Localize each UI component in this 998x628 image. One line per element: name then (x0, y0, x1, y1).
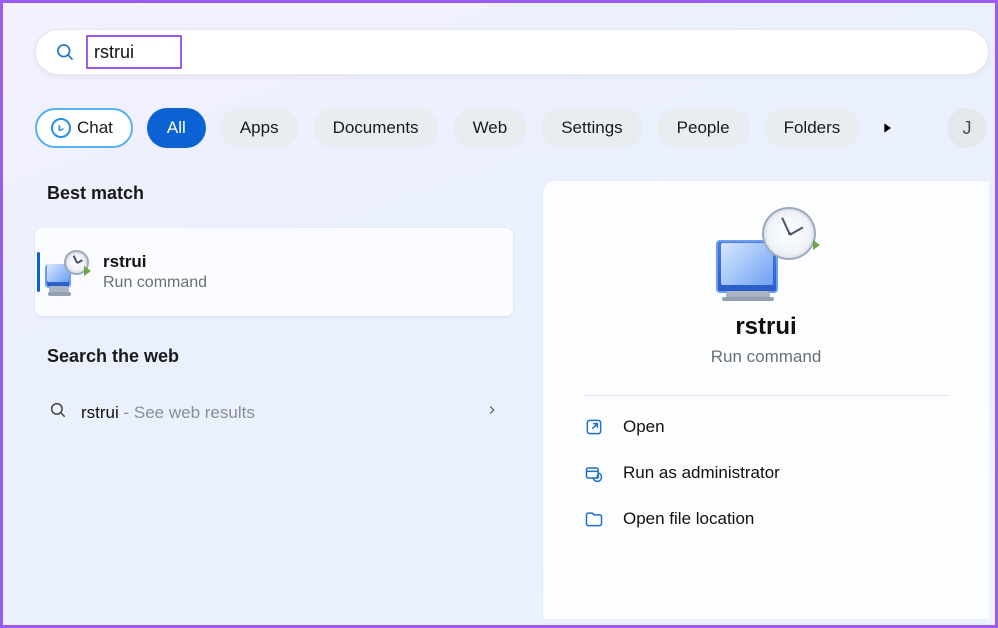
search-web-header: Search the web (35, 346, 513, 367)
action-admin-label: Run as administrator (623, 463, 780, 483)
detail-icon-wrap (543, 207, 989, 299)
avatar-initial: J (963, 118, 972, 139)
search-panel: Chat All Apps Documents Web Settings Peo… (0, 0, 998, 628)
search-bar[interactable] (35, 29, 989, 75)
more-filters-arrow-icon[interactable] (874, 115, 900, 141)
system-restore-icon (45, 250, 89, 294)
filter-apps[interactable]: Apps (220, 108, 299, 148)
action-open-label: Open (623, 417, 665, 437)
open-icon (583, 416, 605, 438)
action-open[interactable]: Open (583, 404, 949, 450)
detail-subtitle: Run command (543, 347, 989, 367)
search-input[interactable] (94, 42, 174, 63)
user-avatar[interactable]: J (947, 108, 987, 148)
detail-title: rstrui (543, 313, 989, 341)
filter-all[interactable]: All (147, 108, 206, 148)
web-result-text: rstrui - See web results (81, 403, 255, 423)
results-column: Best match rstrui Run command Search the… (35, 183, 513, 434)
chat-pill[interactable]: Chat (35, 108, 133, 148)
chevron-right-icon (485, 403, 499, 422)
search-icon (54, 41, 76, 63)
chat-label: Chat (77, 118, 113, 138)
search-highlight-box (86, 35, 182, 69)
best-match-subtitle: Run command (103, 274, 207, 292)
filter-folders[interactable]: Folders (764, 108, 861, 148)
filter-documents[interactable]: Documents (313, 108, 439, 148)
filter-web[interactable]: Web (453, 108, 528, 148)
web-suffix: - See web results (119, 403, 255, 422)
search-mini-icon (49, 401, 67, 424)
web-result-row[interactable]: rstrui - See web results (35, 391, 513, 434)
filter-people[interactable]: People (657, 108, 750, 148)
system-restore-large-icon (716, 207, 816, 299)
action-list: Open Run as administrator Open file loca… (543, 404, 989, 542)
folder-icon (583, 508, 605, 530)
action-run-admin[interactable]: Run as administrator (583, 450, 949, 496)
best-match-text: rstrui Run command (103, 252, 207, 292)
best-match-result[interactable]: rstrui Run command (35, 228, 513, 316)
divider (583, 395, 949, 396)
best-match-header: Best match (35, 183, 513, 204)
detail-panel: rstrui Run command Open Run as administr… (543, 181, 989, 619)
filter-settings[interactable]: Settings (541, 108, 642, 148)
filter-row: Chat All Apps Documents Web Settings Peo… (35, 103, 989, 153)
bing-icon (51, 118, 71, 138)
best-match-title: rstrui (103, 252, 207, 272)
admin-icon (583, 462, 605, 484)
action-open-location[interactable]: Open file location (583, 496, 949, 542)
web-term: rstrui (81, 403, 119, 422)
action-location-label: Open file location (623, 509, 754, 529)
